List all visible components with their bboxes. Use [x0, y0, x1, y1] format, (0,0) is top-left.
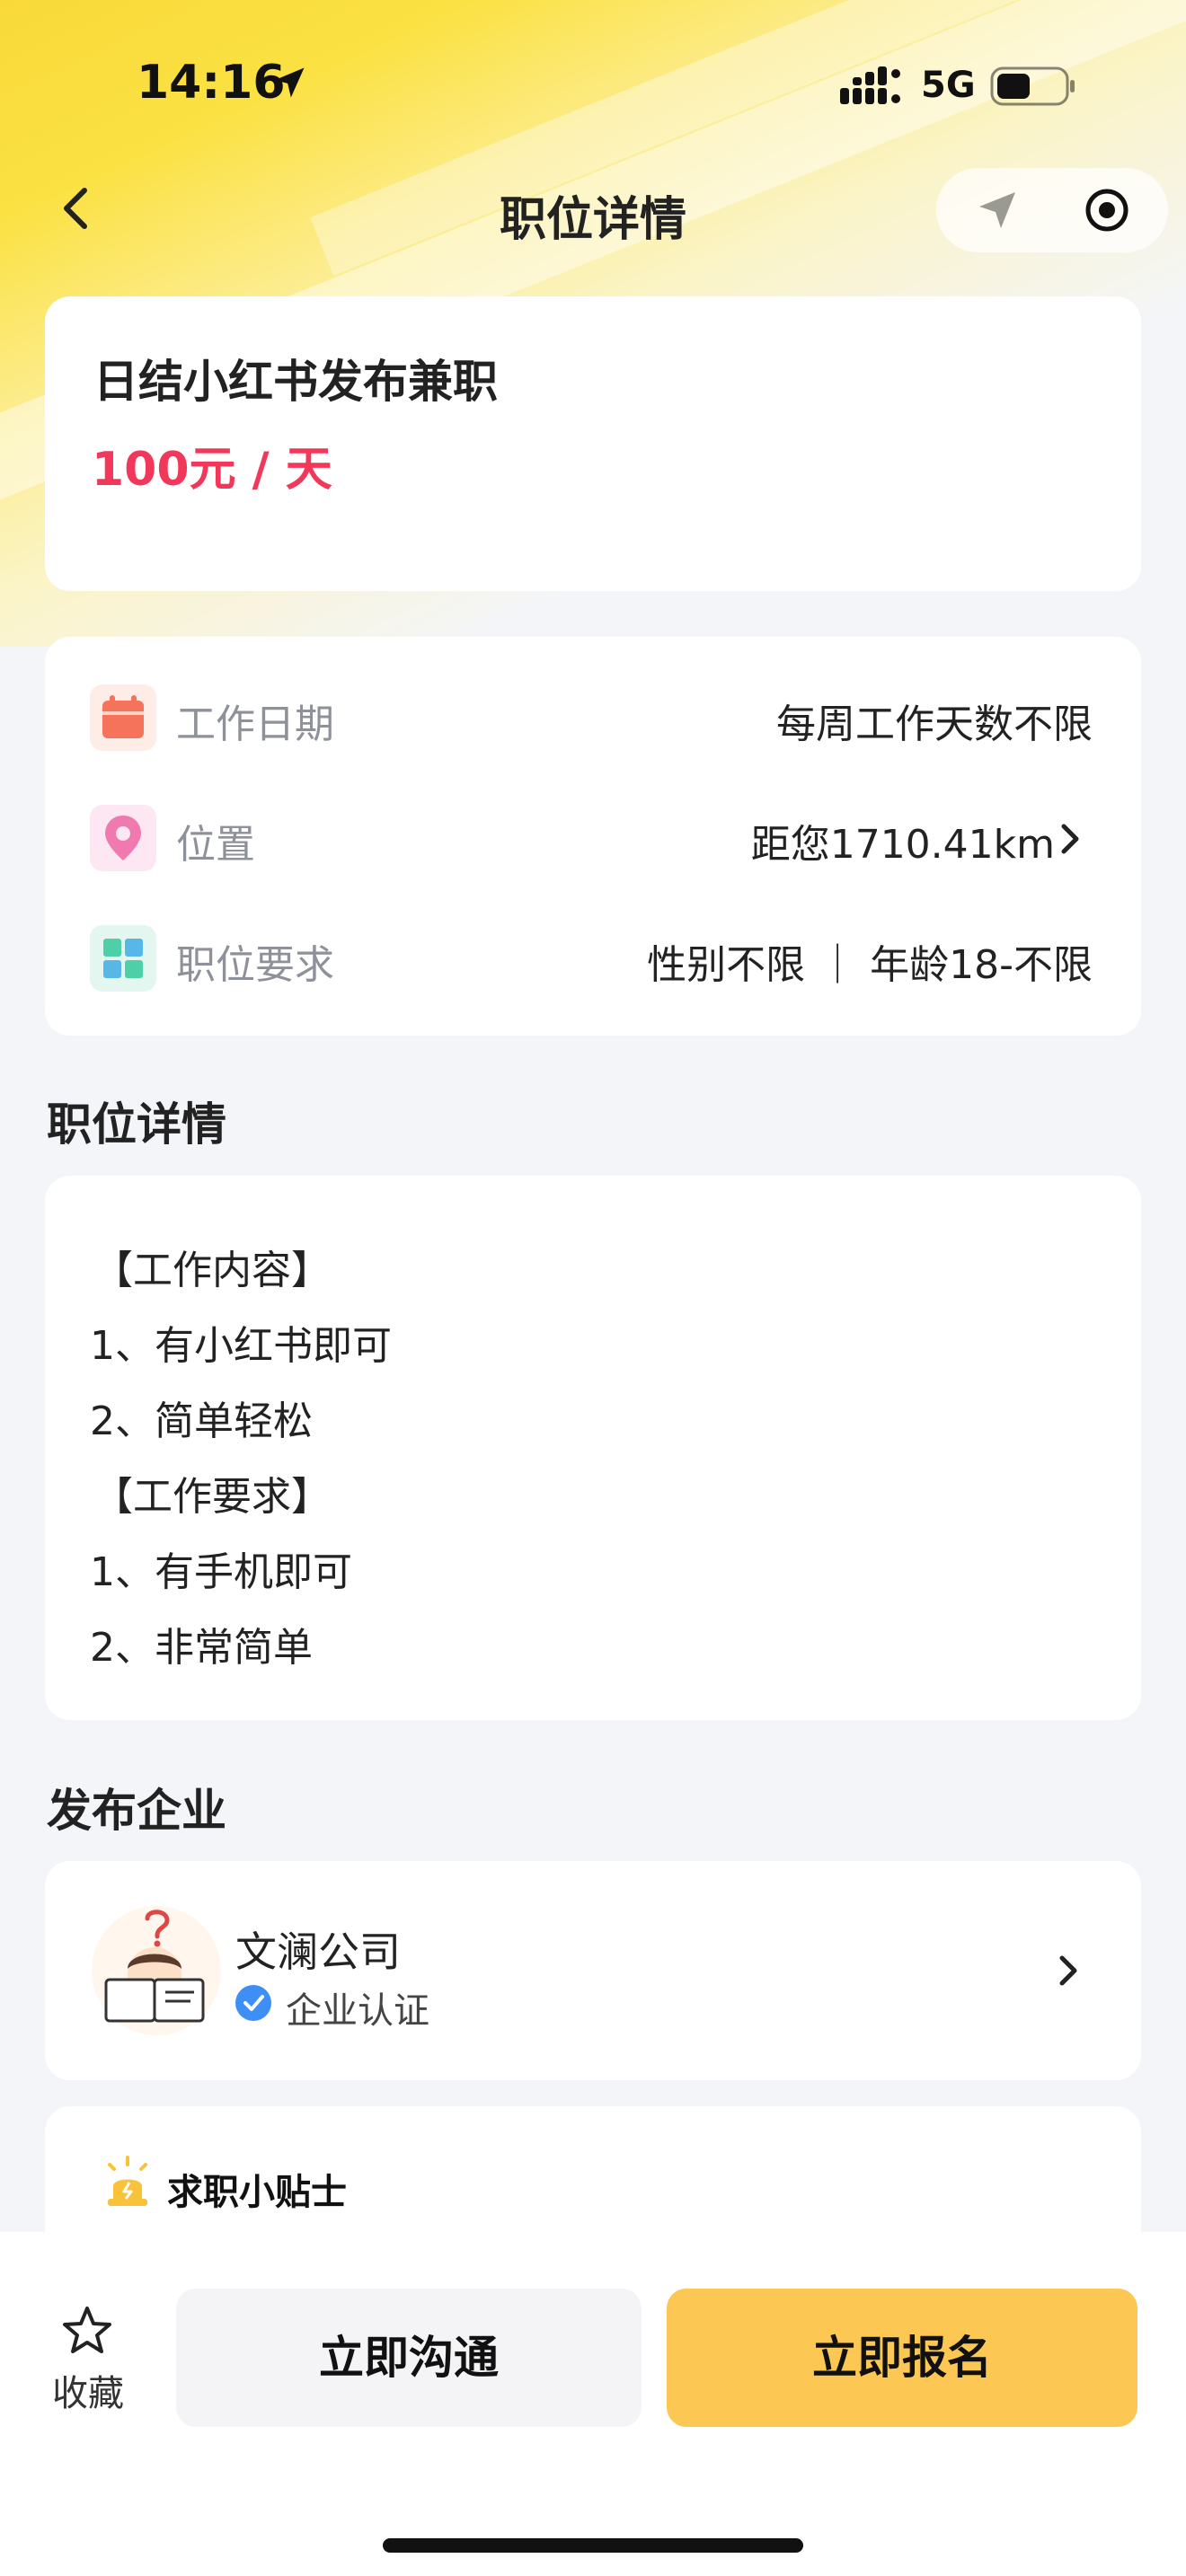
apply-now-label: 立即报名	[812, 2332, 992, 2384]
navigate-arrow-icon[interactable]	[974, 187, 1021, 234]
battery-icon	[990, 66, 1075, 106]
location-label: 位置	[176, 822, 255, 868]
job-salary: 100元 / 天	[92, 443, 332, 497]
detail-line: 【工作内容】	[93, 1248, 331, 1293]
detail-line: 1、有小红书即可	[90, 1323, 392, 1369]
company-name: 文澜公司	[235, 1928, 401, 1976]
target-circle-icon[interactable]	[1084, 187, 1130, 234]
tips-title: 求职小贴士	[167, 2172, 347, 2213]
favorite-label[interactable]: 收藏	[52, 2364, 124, 2416]
status-time: 14:16	[137, 56, 286, 110]
company-heading: 发布企业	[47, 1785, 226, 1837]
alarm-light-icon	[108, 2156, 147, 2206]
work-date-label: 工作日期	[176, 701, 334, 747]
calendar-icon	[90, 684, 156, 751]
home-indicator	[383, 2538, 803, 2553]
network-type: 5G	[921, 65, 976, 106]
company-avatar	[92, 1906, 221, 2035]
chat-now-button[interactable]: 立即沟通	[176, 2289, 642, 2427]
chat-now-label: 立即沟通	[319, 2332, 499, 2384]
star-icon[interactable]	[61, 2305, 113, 2357]
cellular-signal-icon	[840, 66, 900, 104]
job-title: 日结小红书发布兼职	[93, 356, 498, 408]
details-heading: 职位详情	[47, 1098, 226, 1151]
grid-icon	[90, 925, 156, 992]
location-pin-icon	[90, 805, 156, 871]
detail-line: 【工作要求】	[93, 1474, 331, 1520]
detail-line: 2、非常简单	[90, 1625, 313, 1671]
detail-line: 1、有手机即可	[90, 1549, 352, 1595]
requirement-value: 性别不限 ｜ 年龄18-不限	[647, 942, 1093, 988]
work-date-value: 每周工作天数不限	[776, 701, 1093, 747]
verified-label: 企业认证	[286, 1990, 429, 2032]
verified-check-icon	[235, 1985, 271, 2021]
chevron-right-icon[interactable]	[1057, 821, 1084, 857]
page-title: 职位详情	[499, 193, 686, 247]
apply-now-button[interactable]: 立即报名	[667, 2289, 1137, 2427]
requirement-label: 职位要求	[176, 942, 334, 988]
location-arrow-icon	[274, 67, 305, 98]
back-arrow-icon[interactable]	[54, 180, 101, 237]
detail-line: 2、简单轻松	[90, 1398, 313, 1444]
chevron-right-icon[interactable]	[1055, 1953, 1082, 1989]
location-distance[interactable]: 距您1710.41km	[751, 812, 1055, 869]
mini-program-capsule	[936, 168, 1168, 252]
